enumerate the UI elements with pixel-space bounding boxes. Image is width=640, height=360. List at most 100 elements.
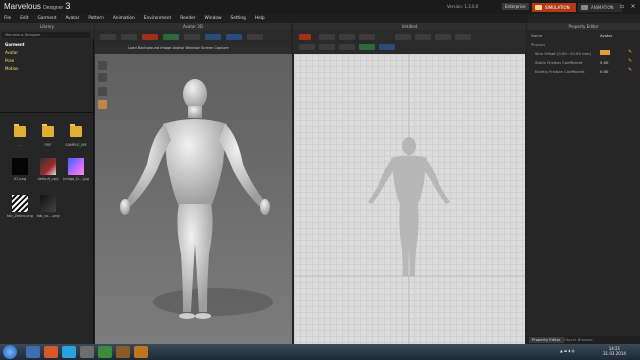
logo-sub: Designer xyxy=(43,5,64,11)
library-tree-item[interactable]: Pose xyxy=(5,58,14,63)
rectangle-button[interactable] xyxy=(415,34,431,40)
circle-button[interactable] xyxy=(435,34,451,40)
menu-window[interactable]: Window xyxy=(205,14,222,23)
library-tree-item[interactable]: Garment xyxy=(5,42,25,47)
firefox-task-icon[interactable] xyxy=(44,346,58,358)
menu-animation[interactable]: Animation xyxy=(113,14,135,23)
prop-section-physics: Physics xyxy=(531,42,546,47)
menu-help[interactable]: Help xyxy=(255,14,265,23)
prop-kinetic-friction-label: Kinetic Friction Coefficient xyxy=(535,69,585,74)
menu-edit[interactable]: Edit xyxy=(20,14,28,23)
dark-thumbnail xyxy=(40,195,56,212)
select-tool-button[interactable] xyxy=(100,34,116,40)
app-logo: Marvelous Designer 3 xyxy=(4,1,70,11)
menu-environment[interactable]: Environment xyxy=(144,14,171,23)
library-item-label: default_zprj xyxy=(37,177,59,181)
explorer-task-icon[interactable] xyxy=(26,346,40,358)
zebra-thumbnail xyxy=(12,195,28,212)
black-thumbnail xyxy=(12,158,28,175)
move-tool-button[interactable] xyxy=(121,34,137,40)
pattern-transform-button[interactable] xyxy=(299,34,311,40)
clock[interactable]: 14:21 31.03.2014 xyxy=(603,346,626,356)
library-item-label: Indigo_D....jpg xyxy=(63,177,89,181)
prop-col-value: Avatar xyxy=(600,33,613,38)
library-path-field[interactable]: Marvelous Designer xyxy=(2,32,90,38)
folder-icon xyxy=(6,121,34,141)
library-header: Library xyxy=(0,23,94,30)
library-item-label: SAMPLE_ME xyxy=(65,143,87,147)
pencil-edit-icon[interactable]: ✎ xyxy=(628,59,633,64)
library-item[interactable]: .. xyxy=(6,121,34,147)
library-tree-item[interactable]: Avatar xyxy=(5,50,18,55)
start-button[interactable] xyxy=(3,345,17,359)
prop-col-name: Name xyxy=(531,33,543,38)
texture-2d-button[interactable] xyxy=(379,44,395,50)
avatar-front-view-icon[interactable] xyxy=(98,61,107,70)
add-point-button[interactable] xyxy=(339,34,355,40)
prop-static-friction-value[interactable]: 5.00 xyxy=(600,60,608,65)
library-item[interactable]: fab_Zebra.png xyxy=(6,195,34,218)
clock-date: 31.03.2014 xyxy=(603,351,626,356)
view3d-canvas[interactable] xyxy=(95,54,292,344)
avatar-side-view-icon[interactable] xyxy=(98,73,107,82)
tab-object-browser[interactable]: Object Browser xyxy=(561,337,596,343)
dart-button[interactable] xyxy=(455,34,471,40)
close-button[interactable]: × xyxy=(628,3,638,10)
menu-setting[interactable]: Setting xyxy=(230,14,245,23)
library-item[interactable]: default_zprj xyxy=(34,158,62,181)
prop-skin-offset-label: Skin Offset (0.00~10.00 mm) xyxy=(535,51,591,56)
edition-badge: Enterprise xyxy=(502,3,529,10)
library-panel xyxy=(0,23,94,344)
menu-pattern[interactable]: Pattern xyxy=(88,14,103,23)
free-sewing-button[interactable] xyxy=(319,44,335,50)
edit-sewing-button[interactable] xyxy=(339,44,355,50)
library-item[interactable]: fab_co....png xyxy=(34,195,62,218)
polygon-button[interactable] xyxy=(395,34,411,40)
prop-skin-offset-field[interactable] xyxy=(600,50,610,55)
pencil-edit-icon[interactable]: ✎ xyxy=(628,50,633,55)
menu-render[interactable]: Render xyxy=(180,14,195,23)
segment-sewing-button[interactable] xyxy=(299,44,315,50)
property-editor-panel xyxy=(527,30,640,336)
tack-tool-button[interactable] xyxy=(184,34,200,40)
measure-tool-button[interactable] xyxy=(247,34,263,40)
menu-file[interactable]: File xyxy=(4,14,11,23)
app3-task-icon[interactable] xyxy=(116,346,130,358)
folder-icon xyxy=(34,121,62,141)
view2d-canvas[interactable] xyxy=(294,54,525,344)
library-tree-item[interactable]: Motion xyxy=(5,66,19,71)
menu-garment[interactable]: Garment xyxy=(38,14,57,23)
edit-point-button[interactable] xyxy=(319,34,335,40)
avatar-skin-icon[interactable] xyxy=(98,100,107,109)
gradient-thumbnail xyxy=(68,158,84,175)
property-editor-title: Property Editor xyxy=(527,23,640,30)
library-item[interactable]: PDF xyxy=(34,121,62,147)
maximize-button[interactable]: ▫ xyxy=(617,3,627,10)
library-item[interactable]: 01.png xyxy=(6,158,34,181)
simulation-icon xyxy=(535,5,542,10)
fold-tool-button[interactable] xyxy=(163,34,179,40)
prop-static-friction-label: Static Friction Coefficient xyxy=(535,60,583,65)
arrange-tool-button[interactable] xyxy=(205,34,221,40)
internal-line-button[interactable] xyxy=(359,44,375,50)
view3d-menu[interactable]: Load Background Image Avatar Window Scre… xyxy=(128,46,229,50)
prop-kinetic-friction-value[interactable]: 0.00 xyxy=(600,69,608,74)
pencil-edit-icon[interactable]: ✎ xyxy=(628,68,633,73)
library-item-label: fab_co....png xyxy=(36,214,60,218)
marvelous-task-icon[interactable] xyxy=(134,346,148,358)
library-item[interactable]: Indigo_D....jpg xyxy=(62,158,90,181)
avatar-back-view-icon[interactable] xyxy=(98,87,107,96)
library-item[interactable]: SAMPLE_ME xyxy=(62,121,90,147)
pin-tool-button[interactable] xyxy=(142,34,158,40)
system-tray[interactable]: ▲ ▬ ◖ ◍ xyxy=(560,349,575,353)
curve-point-button[interactable] xyxy=(359,34,375,40)
animation-icon xyxy=(581,5,588,10)
menu-avatar[interactable]: Avatar xyxy=(65,14,79,23)
skype-task-icon[interactable] xyxy=(62,346,76,358)
texture-tool-button[interactable] xyxy=(226,34,242,40)
app2-task-icon[interactable] xyxy=(98,346,112,358)
version-label: Version: 1.3.0.0 xyxy=(447,4,479,9)
tab-property-editor[interactable]: Property Editor xyxy=(529,337,564,343)
minimize-button[interactable]: – xyxy=(606,3,616,10)
app-task-icon[interactable] xyxy=(80,346,94,358)
